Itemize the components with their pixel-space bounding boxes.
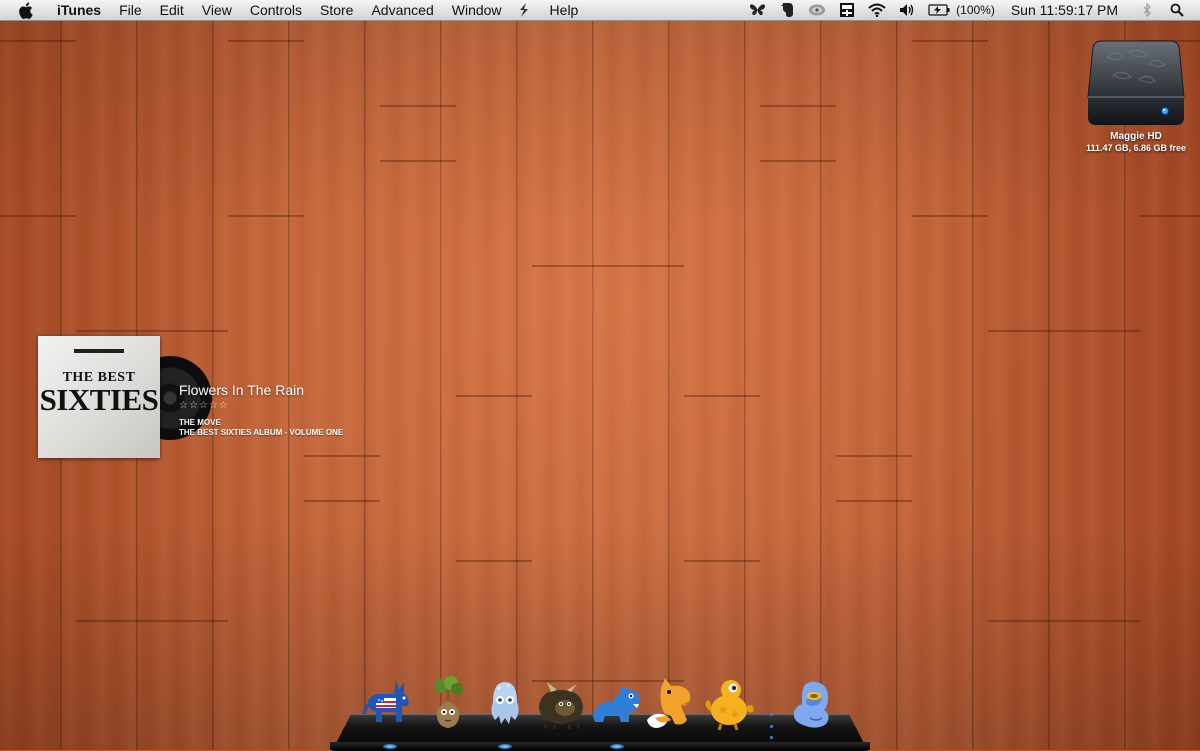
wood-plank-seam: [912, 215, 988, 217]
blue-blob-icon: [793, 681, 829, 728]
tree-creature-icon: [434, 676, 463, 728]
menu-controls[interactable]: Controls: [241, 0, 311, 21]
wood-plank-seam: [912, 40, 988, 42]
wood-plank-seam: [380, 105, 456, 107]
script-menu-icon[interactable]: [511, 1, 541, 19]
wood-plank-seam: [0, 40, 76, 42]
dock-shelf-front: [330, 742, 870, 750]
wood-plank-seam: [304, 500, 380, 502]
battery-icon[interactable]: [928, 1, 950, 19]
dock-indicator-donkey: [383, 744, 397, 749]
volume-icon[interactable]: [898, 1, 916, 19]
wood-plank-seam: [836, 455, 912, 457]
menu-bar: iTunes File Edit View Controls Store Adv…: [0, 0, 1200, 21]
menu-advanced[interactable]: Advanced: [362, 0, 442, 21]
wood-plank-seam: [76, 620, 152, 622]
menu-view[interactable]: View: [193, 0, 241, 21]
drive-info: 111.47 GB, 6.86 GB free: [1085, 143, 1187, 153]
track-title: Flowers In The Rain: [179, 382, 305, 398]
menu-store[interactable]: Store: [311, 0, 362, 21]
drive-name[interactable]: Maggie HD: [1080, 131, 1192, 142]
wood-plank-seam: [760, 160, 836, 162]
wood-plank-seam: [608, 265, 684, 267]
wood-plank-seam: [152, 330, 228, 332]
wood-plank-seam: [228, 215, 304, 217]
wood-plank-seam: [988, 330, 1064, 332]
album-art-line2: SIXTIES: [39, 382, 159, 417]
wood-plank-seam: [456, 395, 532, 397]
butterfly-icon[interactable]: [748, 1, 766, 19]
wood-plank-seam: [532, 265, 608, 267]
wood-plank-seam: [1140, 215, 1200, 217]
status-area: (100%) Sun 11:59:17 PM: [742, 0, 1200, 21]
track-album: THE BEST SIXTIES ALBUM - VOLUME ONE: [179, 428, 344, 437]
drive-desktop-icon[interactable]: Maggie HD 111.47 GB, 6.86 GB free: [1080, 35, 1192, 153]
bluetooth-icon[interactable]: [1138, 1, 1156, 19]
dock-item-octopus-creature[interactable]: [477, 676, 533, 732]
dock-indicator-blue-bear: [610, 744, 624, 749]
now-playing-widget: THE BEST SIXTIES Flowers In The Rain ☆☆☆…: [38, 336, 398, 460]
yak-creature-icon: [539, 682, 583, 730]
wood-plank-seam: [456, 560, 532, 562]
fox-icon: [647, 678, 691, 728]
wood-plank-seam: [684, 395, 760, 397]
dock-item-blue-blob[interactable]: [784, 676, 840, 732]
dock-separator-dot: [769, 724, 773, 728]
dock-separator: [769, 713, 773, 739]
wood-plank-seam: [76, 330, 152, 332]
dock-separator-dot: [769, 713, 773, 716]
album-art[interactable]: THE BEST SIXTIES: [38, 336, 160, 458]
hard-drive-icon[interactable]: [1087, 35, 1185, 127]
yellow-bird-icon: [705, 680, 754, 731]
wood-plank-seam: [760, 105, 836, 107]
spotlight-icon[interactable]: [1168, 1, 1186, 19]
wood-plank-seam: [836, 500, 912, 502]
track-rating[interactable]: ☆☆☆☆☆: [179, 400, 229, 411]
dock-item-yak-creature[interactable]: [533, 676, 589, 732]
dock-item-donkey[interactable]: [362, 676, 418, 732]
wood-plank-seam: [380, 160, 456, 162]
wood-plank-seam: [228, 40, 304, 42]
octopus-creature-icon: [491, 682, 519, 724]
dock-separator-dot: [769, 736, 773, 739]
evernote-icon[interactable]: [778, 1, 796, 19]
wood-plank-seam: [1064, 620, 1140, 622]
battery-monitor-icon[interactable]: [838, 1, 856, 19]
wifi-icon[interactable]: [868, 1, 886, 19]
wood-plank-seam: [152, 620, 228, 622]
battery-percent: (100%): [956, 3, 995, 17]
album-art-top-strip: [74, 349, 124, 353]
menu-window[interactable]: Window: [443, 0, 511, 21]
wood-plank-seam: [988, 620, 1064, 622]
cloud-sync-icon[interactable]: [808, 1, 826, 19]
menu-help[interactable]: Help: [541, 0, 588, 21]
apple-menu-icon[interactable]: [16, 1, 34, 19]
menu-clock[interactable]: Sun 11:59:17 PM: [1011, 2, 1118, 18]
wood-plank-seam: [684, 560, 760, 562]
menu-app-name[interactable]: iTunes: [48, 0, 110, 21]
blue-bear-icon: [593, 687, 640, 722]
wood-plank-seam: [1064, 330, 1140, 332]
donkey-icon: [362, 680, 409, 722]
menu-file[interactable]: File: [110, 0, 151, 21]
dock-item-tree-creature[interactable]: [421, 676, 477, 732]
dock-item-yellow-bird[interactable]: [701, 676, 757, 732]
menu-edit[interactable]: Edit: [151, 0, 193, 21]
dock-item-fox[interactable]: [645, 676, 701, 732]
wood-plank-seam: [0, 215, 76, 217]
dock-item-blue-bear[interactable]: [589, 676, 645, 732]
track-artist: THE MOVE: [179, 418, 221, 427]
dock-indicator-octopus-creature: [498, 744, 512, 749]
